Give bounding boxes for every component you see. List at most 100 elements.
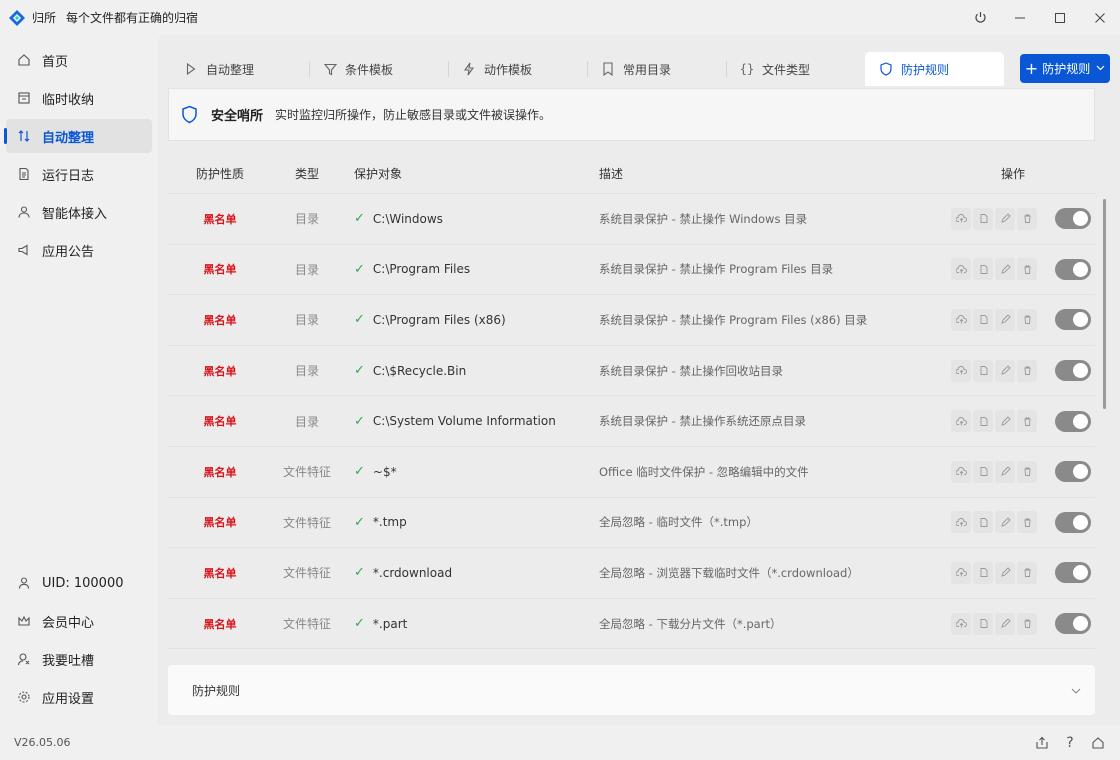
copy-icon[interactable] — [973, 308, 993, 331]
scrollbar[interactable] — [1103, 199, 1106, 409]
filter-icon — [323, 62, 337, 76]
upload-icon[interactable] — [951, 511, 971, 534]
tab-condition-templates[interactable]: 条件模板 — [309, 52, 448, 86]
desc-cell: 系统目录保护 - 禁止操作 Windows 目录 — [599, 211, 808, 226]
copy-icon[interactable] — [973, 258, 993, 281]
upload-icon[interactable] — [951, 308, 971, 331]
sidebar-item-announcements[interactable]: 应用公告 — [6, 233, 152, 267]
tab-divider — [726, 61, 727, 77]
edit-icon[interactable] — [995, 511, 1015, 534]
maximize-icon[interactable] — [1040, 0, 1080, 35]
table-row: 黑名单 目录 ✓ C:\Windows 系统目录保护 - 禁止操作 Windows… — [168, 194, 1095, 245]
ops-cell — [943, 561, 1095, 584]
edit-icon[interactable] — [995, 561, 1015, 584]
edit-icon[interactable] — [995, 410, 1015, 433]
copy-icon[interactable] — [973, 561, 993, 584]
target-cell: ✓ C:\System Volume Information — [342, 414, 599, 429]
edit-icon[interactable] — [995, 460, 1015, 483]
tab-action-templates[interactable]: 动作模板 — [448, 52, 587, 86]
enable-toggle[interactable] — [1055, 208, 1091, 230]
sidebar-item-label: 自动整理 — [42, 130, 95, 146]
sidebar-item-auto-organize[interactable]: 自动整理 — [4, 119, 152, 153]
chevron-down-icon[interactable] — [1071, 684, 1081, 697]
blacklist-tag: 黑名单 — [203, 415, 237, 429]
sidebar-item-home[interactable]: 首页 — [6, 43, 152, 77]
app-slogan: 每个文件都有正确的归宿 — [66, 11, 199, 25]
desc-cell: Office 临时文件保护 - 忽略编辑中的文件 — [599, 464, 809, 479]
copy-icon[interactable] — [973, 612, 993, 635]
sidebar-item-temp-storage[interactable]: 临时收纳 — [6, 81, 152, 115]
tab-label: 防护规则 — [901, 62, 950, 77]
edit-icon[interactable] — [995, 207, 1015, 230]
table-header: 防护性质 类型 保护对象 描述 操作 — [168, 153, 1095, 194]
copy-icon[interactable] — [973, 359, 993, 382]
sidebar-item-membership[interactable]: 会员中心 — [6, 604, 152, 638]
upload-icon[interactable] — [951, 410, 971, 433]
delete-icon[interactable] — [1017, 460, 1037, 483]
enable-toggle[interactable] — [1055, 461, 1091, 483]
sidebar-item-uid[interactable]: UID: 100000 — [6, 566, 152, 600]
delete-icon[interactable] — [1017, 511, 1037, 534]
help-icon[interactable]: ? — [1062, 735, 1078, 751]
copy-icon[interactable] — [973, 207, 993, 230]
upload-icon[interactable] — [951, 207, 971, 230]
nature-cell: 黑名单 — [168, 261, 272, 277]
tab-protection-rules[interactable]: 防护规则 — [865, 52, 1004, 86]
upload-icon[interactable] — [951, 561, 971, 584]
enable-toggle[interactable] — [1055, 360, 1091, 382]
copy-icon[interactable] — [973, 410, 993, 433]
sidebar-item-settings[interactable]: 应用设置 — [6, 680, 152, 714]
blacklist-tag: 黑名单 — [203, 212, 237, 226]
upload-icon[interactable] — [951, 258, 971, 281]
delete-icon[interactable] — [1017, 207, 1037, 230]
type-cell: 文件特征 — [282, 515, 331, 530]
enable-toggle[interactable] — [1055, 613, 1091, 635]
edit-icon[interactable] — [995, 308, 1015, 331]
sidebar-item-agent[interactable]: 智能体接入 — [6, 195, 152, 229]
sidebar-item-run-log[interactable]: 运行日志 — [6, 157, 152, 191]
table-row: 黑名单 目录 ✓ C:\$Recycle.Bin 系统目录保护 - 禁止操作回收站… — [168, 346, 1095, 397]
table-row: 黑名单 文件特征 ✓ ~$* Office 临时文件保护 - 忽略编辑中的文件 — [168, 447, 1095, 498]
delete-icon[interactable] — [1017, 561, 1037, 584]
window-controls — [960, 0, 1120, 35]
share-icon[interactable] — [1034, 735, 1050, 751]
minimize-icon[interactable] — [1000, 0, 1040, 35]
sidebar-nav-top: 首页 临时收纳 自动整理 运行日志 智能体接入 应用公告 — [0, 41, 158, 271]
collapsed-panel[interactable]: 防护规则 — [168, 665, 1095, 715]
add-protection-rule-button[interactable]: + 防护规则 — [1020, 54, 1110, 83]
tab-common-directories[interactable]: 常用目录 — [587, 52, 726, 86]
delete-icon[interactable] — [1017, 410, 1037, 433]
upload-icon[interactable] — [951, 359, 971, 382]
ops-cell — [943, 359, 1095, 382]
nature-cell: 黑名单 — [168, 514, 272, 530]
copy-icon[interactable] — [973, 511, 993, 534]
enable-toggle[interactable] — [1055, 410, 1091, 432]
type-cell: 文件特征 — [282, 465, 331, 480]
enable-toggle[interactable] — [1055, 258, 1091, 280]
crown-icon — [16, 613, 32, 629]
announcement-icon — [16, 242, 32, 258]
sidebar-item-feedback[interactable]: 我要吐槽 — [6, 642, 152, 676]
edit-icon[interactable] — [995, 359, 1015, 382]
enable-toggle[interactable] — [1055, 562, 1091, 584]
ops-cell — [943, 410, 1095, 433]
enable-toggle[interactable] — [1055, 309, 1091, 331]
edit-icon[interactable] — [995, 258, 1015, 281]
upload-icon[interactable] — [951, 460, 971, 483]
edit-icon[interactable] — [995, 612, 1015, 635]
delete-icon[interactable] — [1017, 258, 1037, 281]
delete-icon[interactable] — [1017, 612, 1037, 635]
power-icon[interactable] — [960, 0, 1000, 35]
home-icon[interactable] — [1090, 735, 1106, 751]
upload-icon[interactable] — [951, 612, 971, 635]
close-icon[interactable] — [1080, 0, 1120, 35]
tab-file-types[interactable]: {} 文件类型 — [726, 52, 865, 86]
sidebar-item-label: 我要吐槽 — [42, 653, 95, 669]
delete-icon[interactable] — [1017, 308, 1037, 331]
delete-icon[interactable] — [1017, 359, 1037, 382]
target-cell: ✓ ~$* — [342, 464, 599, 479]
tab-auto-organize[interactable]: 自动整理 — [170, 52, 309, 86]
table-row: 黑名单 文件特征 ✓ *.part 全局忽略 - 下载分片文件（*.part） — [168, 599, 1095, 650]
enable-toggle[interactable] — [1055, 511, 1091, 533]
copy-icon[interactable] — [973, 460, 993, 483]
